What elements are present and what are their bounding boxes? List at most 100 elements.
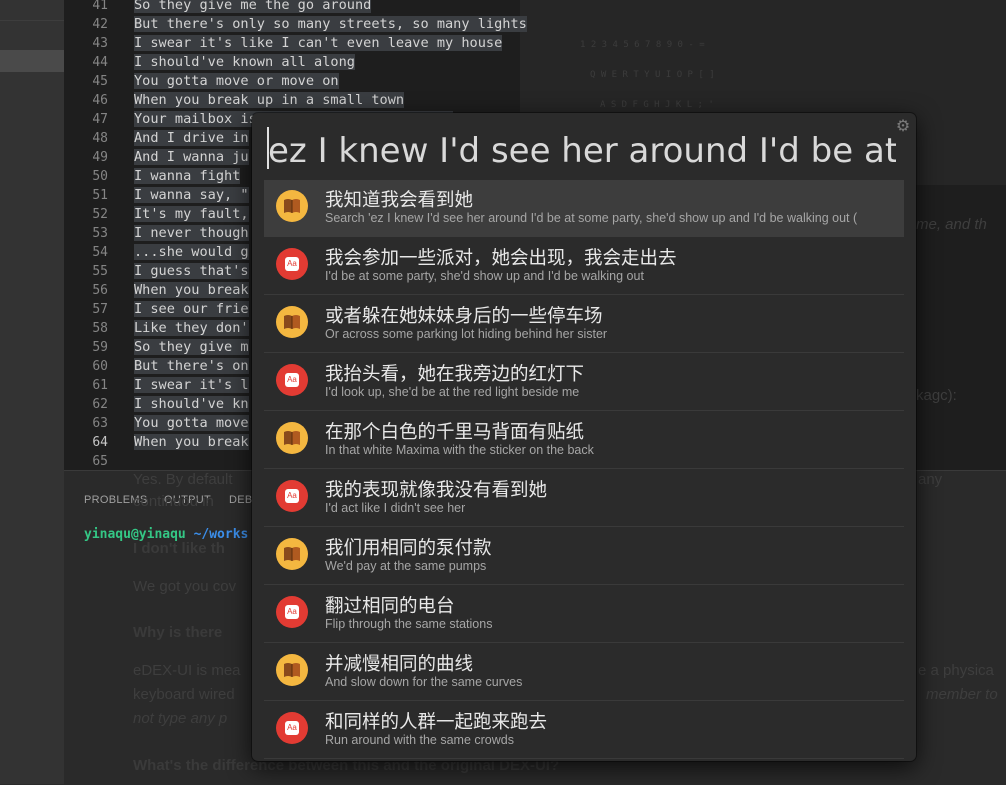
result-item[interactable]: Aa 翻过相同的电台 Flip through the same stations [264, 586, 904, 643]
line-number: 51 [92, 188, 108, 203]
code-line[interactable]: ...she would g [134, 243, 249, 262]
code-line-text: You gotta move [134, 415, 249, 431]
activity-item-selected[interactable] [0, 50, 64, 72]
line-number: 60 [92, 359, 108, 374]
bg-doc-text: eDEX-UI is mea [133, 662, 241, 679]
line-number: 63 [92, 416, 108, 431]
code-line[interactable]: I should've known all along [134, 53, 355, 72]
line-number: 58 [92, 321, 108, 336]
code-line[interactable]: When you break up in a small town [134, 91, 405, 110]
code-line[interactable]: But there's on [134, 357, 249, 376]
code-line-text: I swear it's like I can't even leave my … [134, 35, 503, 51]
translate-icon: Aa [276, 248, 308, 280]
code-line-text: I swear it's l [134, 377, 249, 393]
code-line[interactable]: You gotta move or move on [134, 72, 339, 91]
result-title: 和同样的人群一起跑来跑去 [325, 712, 548, 733]
bg-doc-text: keyboard wired [133, 686, 235, 703]
result-title: 我抬头看，她在我旁边的红灯下 [325, 364, 585, 385]
result-title: 翻过相同的电台 [325, 596, 455, 617]
search-input[interactable] [266, 127, 896, 175]
code-line-text: I see our frie [134, 301, 249, 317]
line-number: 59 [92, 340, 108, 355]
code-line[interactable]: And I wanna ju [134, 148, 249, 167]
line-number: 48 [92, 131, 108, 146]
code-line[interactable]: Like they don' [134, 319, 249, 338]
result-title: 在那个白色的千里马背面有贴纸 [325, 422, 585, 443]
result-title: 我的表现就像我没有看到她 [325, 480, 548, 501]
code-line-text: ...she would g [134, 244, 249, 260]
result-item[interactable]: 或者躲在她妹妹身后的一些停车场 Or across some parking lo… [264, 296, 904, 353]
result-item[interactable]: 我们用相同的泵付款 We'd pay at the same pumps [264, 528, 904, 585]
book-icon [276, 654, 308, 686]
code-line-text: When you break [134, 434, 249, 450]
book-icon [276, 306, 308, 338]
code-line[interactable]: When you break [134, 281, 249, 300]
code-line[interactable]: I never though [134, 224, 249, 243]
bg-doc-text: not type any p [133, 710, 228, 727]
code-line[interactable]: It's my fault, [134, 205, 249, 224]
bg-doc-text: e a physica [918, 662, 994, 679]
code-line-text: I should've known all along [134, 54, 355, 70]
result-subtitle: Flip through the same stations [325, 617, 493, 631]
bg-doc-heading: Why is there [133, 624, 223, 641]
line-number: 44 [92, 55, 108, 70]
code-line[interactable]: I wanna say, " [134, 186, 249, 205]
translate-glyph: Aa [285, 489, 299, 503]
code-line-text: I guess that's [134, 263, 249, 279]
result-item[interactable]: 并减慢相同的曲线 And slow down for the same curve… [264, 644, 904, 701]
line-number: 53 [92, 226, 108, 241]
code-line[interactable]: When you break [134, 433, 249, 452]
line-number: 55 [92, 264, 108, 279]
query-wrapper [266, 127, 896, 175]
result-title: 我会参加一些派对，她会出现，我会走出去 [325, 248, 677, 269]
code-line-text: But there's only so many streets, so man… [134, 16, 527, 32]
line-number: 54 [92, 245, 108, 260]
tab-debug[interactable]: DEB [229, 494, 253, 506]
bg-doc-text: member to [926, 686, 998, 703]
code-line-text: I wanna say, " [134, 187, 249, 203]
translate-icon: Aa [276, 712, 308, 744]
result-item[interactable]: 在那个白色的千里马背面有贴纸 In that white Maxima with … [264, 412, 904, 469]
code-line[interactable]: But there's only so many streets, so man… [134, 15, 527, 34]
code-line[interactable]: I swear it's like I can't even leave my … [134, 34, 503, 53]
gear-icon[interactable]: ⚙ [894, 117, 912, 135]
bg-doc-text: me, and th [916, 216, 987, 233]
code-line[interactable]: So they give m [134, 338, 249, 357]
result-title: 并减慢相同的曲线 [325, 654, 474, 675]
result-subtitle: I'd look up, she'd be at the red light b… [325, 385, 580, 399]
code-line[interactable]: I swear it's l [134, 376, 249, 395]
code-line[interactable]: And I drive in [134, 129, 249, 148]
code-line[interactable]: I guess that's [134, 262, 249, 281]
launcher-popup: ⚙ 我知道我会看到她Search 'ez I knew I'd see her … [252, 113, 916, 761]
book-icon [276, 190, 308, 222]
result-item[interactable]: Aa 我抬头看，她在我旁边的红灯下 I'd look up, she'd be at… [264, 354, 904, 411]
line-number: 52 [92, 207, 108, 222]
code-line[interactable]: I wanna fight [134, 167, 241, 186]
line-number: 65 [92, 454, 108, 469]
translate-glyph: Aa [285, 257, 299, 271]
code-line[interactable]: I should've kn [134, 395, 249, 414]
text-caret [267, 127, 269, 169]
result-item[interactable]: 我知道我会看到她 Search 'ez I knew I'd see her ar… [264, 180, 904, 237]
code-line-text: When you break [134, 282, 249, 298]
code-line[interactable]: I see our frie [134, 300, 249, 319]
line-number: 64 [92, 435, 108, 450]
code-line[interactable]: So they give me the go around [134, 0, 372, 15]
bg-doc-text: We got you cov [133, 578, 237, 595]
code-line-text: So they give me the go around [134, 0, 372, 13]
code-line-text: When you break up in a small town [134, 92, 405, 108]
code-line[interactable]: You gotta move [134, 414, 249, 433]
bg-doc-text: continuou in [133, 493, 214, 510]
translate-icon: Aa [276, 480, 308, 512]
bg-doc-text: kagc): [916, 387, 957, 404]
book-icon [276, 422, 308, 454]
code-line-text: And I wanna ju [134, 149, 249, 165]
line-number: 47 [92, 112, 108, 127]
code-line-text: I wanna fight [134, 168, 241, 184]
result-subtitle: Or across some parking lot hiding behind… [325, 327, 608, 341]
code-line-text: Like they don' [134, 320, 249, 336]
result-item[interactable]: Aa 我的表现就像我没有看到她 I'd act like I didn't see … [264, 470, 904, 527]
result-item[interactable]: Aa 和同样的人群一起跑来跑去 Run around with the same c… [264, 702, 904, 759]
code-line-text: And I drive in [134, 130, 249, 146]
result-item[interactable]: Aa 我会参加一些派对，她会出现，我会走出去 I'd be at some part… [264, 238, 904, 295]
